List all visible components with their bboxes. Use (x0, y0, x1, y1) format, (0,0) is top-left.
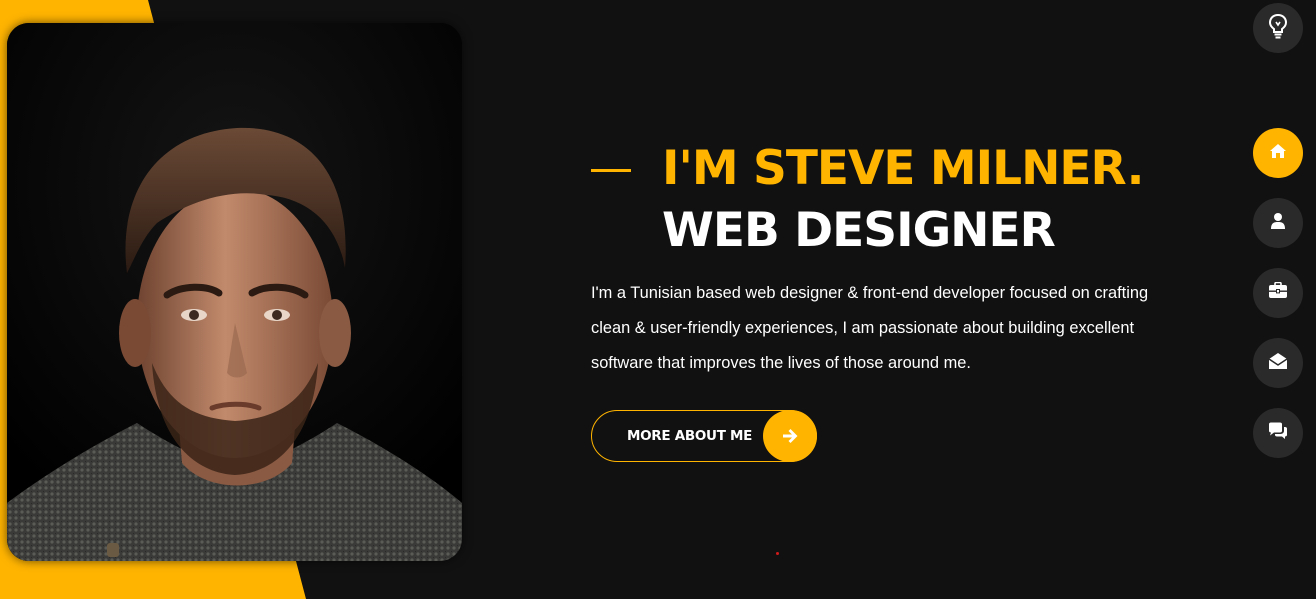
nav-blog-button[interactable] (1253, 408, 1303, 458)
home-icon (1269, 143, 1287, 164)
nav-home-button[interactable] (1253, 128, 1303, 178)
arrow-right-icon (763, 410, 817, 462)
nav-contact-button[interactable] (1253, 338, 1303, 388)
lightbulb-icon (1267, 13, 1289, 44)
title-accent-line (591, 169, 631, 172)
nav-about-button[interactable] (1253, 198, 1303, 248)
theme-toggle-button[interactable] (1253, 3, 1303, 53)
hero-name-title: I'M STEVE MILNER. (662, 141, 1144, 196)
more-about-me-label: MORE ABOUT ME (627, 428, 753, 444)
envelope-open-icon (1268, 352, 1288, 375)
briefcase-icon (1268, 281, 1288, 304)
hero-section: I'M STEVE MILNER. WEB DESIGNER I'm a Tun… (591, 138, 1191, 381)
decorative-dot (776, 552, 779, 555)
profile-photo (7, 23, 462, 561)
home-page: I'M STEVE MILNER. WEB DESIGNER I'm a Tun… (0, 0, 1316, 599)
nav-portfolio-button[interactable] (1253, 268, 1303, 318)
hero-role-title: WEB DESIGNER (662, 203, 1056, 258)
comments-icon (1267, 422, 1289, 445)
more-about-me-button[interactable]: MORE ABOUT ME (591, 410, 817, 462)
hero-bio: I'm a Tunisian based web designer & fron… (591, 284, 1149, 372)
user-icon (1270, 212, 1286, 235)
